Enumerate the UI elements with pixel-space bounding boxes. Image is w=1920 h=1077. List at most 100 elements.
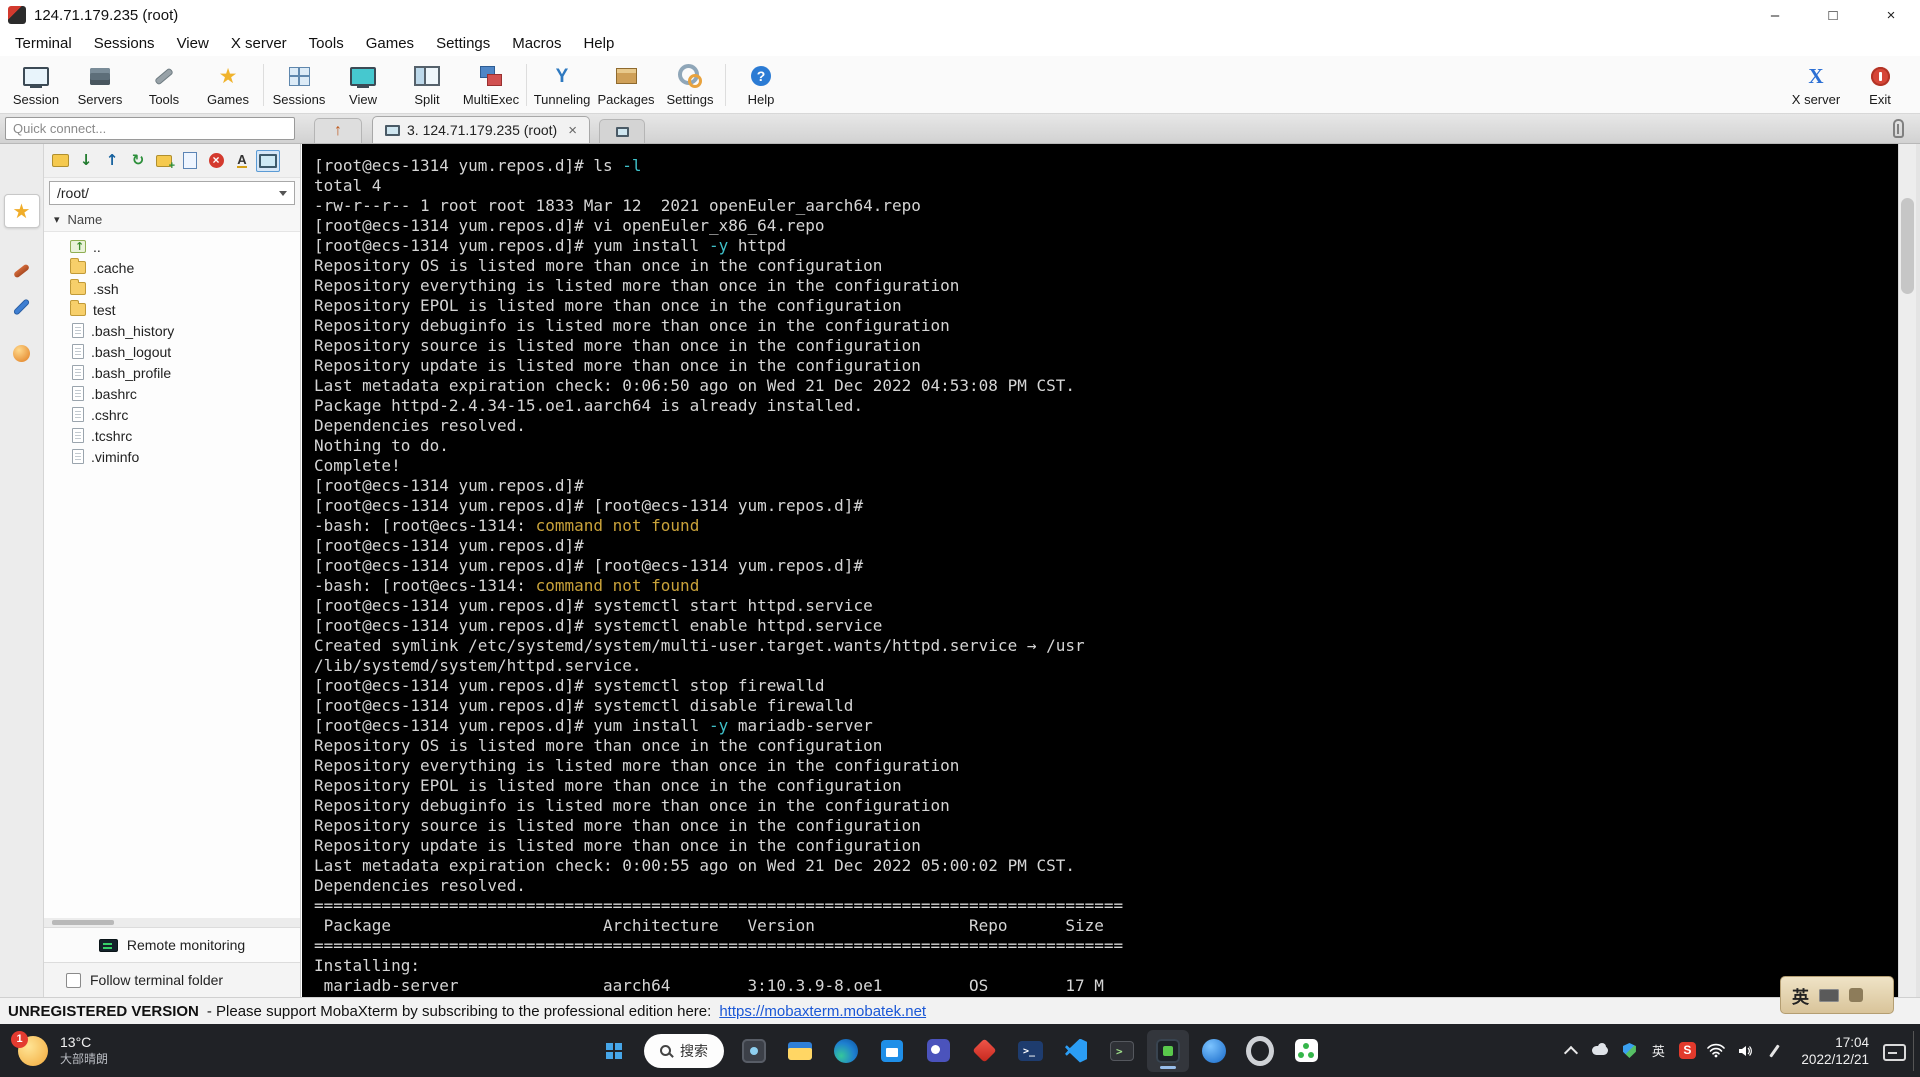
menu-terminal[interactable]: Terminal — [4, 35, 83, 52]
taskbar-clock[interactable]: 17:04 2022/12/21 — [1801, 1034, 1869, 1068]
taskbar-app-powershell[interactable] — [1009, 1030, 1051, 1072]
remote-monitoring-button[interactable]: Remote monitoring — [44, 927, 300, 963]
toolbar-tunneling-button[interactable]: Tunneling — [530, 58, 594, 112]
refresh-icon[interactable] — [126, 150, 150, 172]
show-desktop-sliver[interactable] — [1913, 1030, 1918, 1071]
upload-icon[interactable] — [100, 150, 124, 172]
side-tab-sessions[interactable] — [3, 194, 40, 228]
ime-toolbox-icon[interactable] — [1849, 988, 1863, 1002]
toolbar-session-button[interactable]: Session — [4, 58, 68, 112]
menu-x-server[interactable]: X server — [220, 35, 298, 52]
tree-item--bash-history[interactable]: .bash_history — [44, 320, 300, 341]
ime-mode-label[interactable]: 英 — [1792, 983, 1809, 1008]
security-shield-icon[interactable] — [1620, 1041, 1638, 1061]
toolbar-exit-button[interactable]: Exit — [1848, 58, 1912, 112]
ime-keyboard-icon[interactable] — [1819, 988, 1839, 1002]
side-tab-sftp[interactable] — [4, 336, 40, 370]
menu-help[interactable]: Help — [572, 35, 625, 52]
sync-folder-icon[interactable] — [48, 150, 72, 172]
taskbar-app-terminal[interactable] — [1101, 1030, 1143, 1072]
rename-icon[interactable] — [230, 150, 254, 172]
edit-file-icon[interactable] — [178, 150, 202, 172]
tree-item--ssh[interactable]: .ssh — [44, 278, 300, 299]
maximize-button[interactable]: □ — [1804, 0, 1862, 30]
terminal-scrollbar[interactable] — [1898, 144, 1916, 997]
tab-collapsed-up[interactable] — [314, 118, 362, 143]
toolbar-games-button[interactable]: Games — [196, 58, 260, 112]
mobatek-link[interactable]: https://mobaxterm.mobatek.net — [719, 1003, 926, 1020]
tree-item--bash-logout[interactable]: .bash_logout — [44, 341, 300, 362]
ime-mode-icon[interactable]: 英 — [1649, 1041, 1667, 1061]
menu-settings[interactable]: Settings — [425, 35, 501, 52]
side-tab-tools[interactable] — [4, 254, 40, 288]
download-icon[interactable] — [74, 150, 98, 172]
sogou-icon[interactable] — [1678, 1041, 1696, 1061]
tab-collapsed-extra[interactable] — [599, 119, 645, 143]
sidebar-hscrollbar[interactable] — [44, 918, 300, 927]
tree-item--cache[interactable]: .cache — [44, 257, 300, 278]
volume-icon[interactable] — [1736, 1041, 1754, 1061]
taskbar-weather-widget[interactable]: 1 13°C 大部晴朗 — [10, 1024, 116, 1077]
tree-item-label: .bashrc — [91, 385, 137, 402]
taskbar-app-red-diamond[interactable] — [963, 1030, 1005, 1072]
taskbar-app-green-app[interactable] — [1285, 1030, 1327, 1072]
follow-terminal-folder-checkbox[interactable] — [66, 972, 81, 988]
path-select[interactable]: /root/ — [49, 181, 295, 205]
toolbar-sessions-button[interactable]: Sessions — [267, 58, 331, 112]
delete-icon[interactable] — [204, 150, 228, 172]
quick-connect-input[interactable] — [5, 116, 295, 140]
ime-toolbar[interactable]: 英 — [1780, 976, 1894, 1014]
tab-close-icon[interactable]: × — [568, 122, 577, 139]
menu-view[interactable]: View — [166, 35, 220, 52]
mobaxterm-logo-icon[interactable] — [8, 6, 26, 24]
tree-item--bash-profile[interactable]: .bash_profile — [44, 362, 300, 383]
tree-header[interactable]: ▾ Name — [44, 208, 300, 232]
taskbar-app-teams[interactable] — [917, 1030, 959, 1072]
cloud-icon[interactable] — [1591, 1041, 1609, 1061]
toolbar-view-button[interactable]: View — [331, 58, 395, 112]
menu-macros[interactable]: Macros — [501, 35, 572, 52]
toolbar-xserver-button[interactable]: X server — [1784, 58, 1848, 112]
toolbar-split-button[interactable]: Split — [395, 58, 459, 112]
toolbar-settings-button[interactable]: Settings — [658, 58, 722, 112]
tree-item--viminfo[interactable]: .viminfo — [44, 446, 300, 467]
attachments-paperclip-icon[interactable] — [1893, 119, 1904, 138]
menu-games[interactable]: Games — [355, 35, 425, 52]
taskbar-app-store[interactable] — [871, 1030, 913, 1072]
hscroll-thumb[interactable] — [52, 920, 114, 925]
taskbar-start-button[interactable] — [593, 1030, 635, 1072]
taskbar-search[interactable]: 搜索 — [644, 1033, 724, 1068]
touch-keyboard-icon[interactable] — [1881, 1041, 1906, 1061]
tree-item--cshrc[interactable]: .cshrc — [44, 404, 300, 425]
side-tab-macros[interactable] — [4, 290, 40, 324]
taskbar-app-file-explorer[interactable] — [779, 1030, 821, 1072]
taskbar-app-edge[interactable] — [825, 1030, 867, 1072]
toolbar-help-button[interactable]: Help — [729, 58, 793, 112]
close-button[interactable]: × — [1862, 0, 1920, 30]
menu-tools[interactable]: Tools — [298, 35, 355, 52]
tree-item--[interactable]: .. — [44, 236, 300, 257]
tree-item--bashrc[interactable]: .bashrc — [44, 383, 300, 404]
taskbar-app-blue-circle[interactable] — [1193, 1030, 1235, 1072]
taskbar-app-photos[interactable] — [733, 1030, 775, 1072]
terminal-area[interactable]: [root@ecs-1314 yum.repos.d]# ls -l total … — [302, 144, 1898, 997]
taskbar-app-settings[interactable] — [1239, 1030, 1281, 1072]
toolbar-servers-button[interactable]: Servers — [68, 58, 132, 112]
minimize-button[interactable]: – — [1746, 0, 1804, 30]
toolbar-packages-button[interactable]: Packages — [594, 58, 658, 112]
follow-terminal-icon[interactable] — [256, 149, 280, 172]
toolbar-multiexec-button[interactable]: MultiExec — [459, 58, 523, 112]
taskbar-app-mobaxterm[interactable] — [1147, 1029, 1189, 1072]
new-folder-icon[interactable] — [152, 150, 176, 172]
wifi-icon[interactable] — [1707, 1041, 1726, 1061]
tree-item--tcshrc[interactable]: .tcshrc — [44, 425, 300, 446]
taskbar-app-vscode[interactable] — [1055, 1030, 1097, 1072]
menu-sessions[interactable]: Sessions — [83, 35, 166, 52]
pen-icon[interactable] — [1765, 1041, 1783, 1061]
scrollbar-thumb[interactable] — [1901, 198, 1914, 294]
tree-item-test[interactable]: test — [44, 299, 300, 320]
macros-icon — [13, 305, 30, 309]
toolbar-tools-button[interactable]: Tools — [132, 58, 196, 112]
chevron-up-icon[interactable] — [1562, 1041, 1580, 1061]
tab-active-session[interactable]: 3. 124.71.179.235 (root) × — [372, 116, 590, 143]
